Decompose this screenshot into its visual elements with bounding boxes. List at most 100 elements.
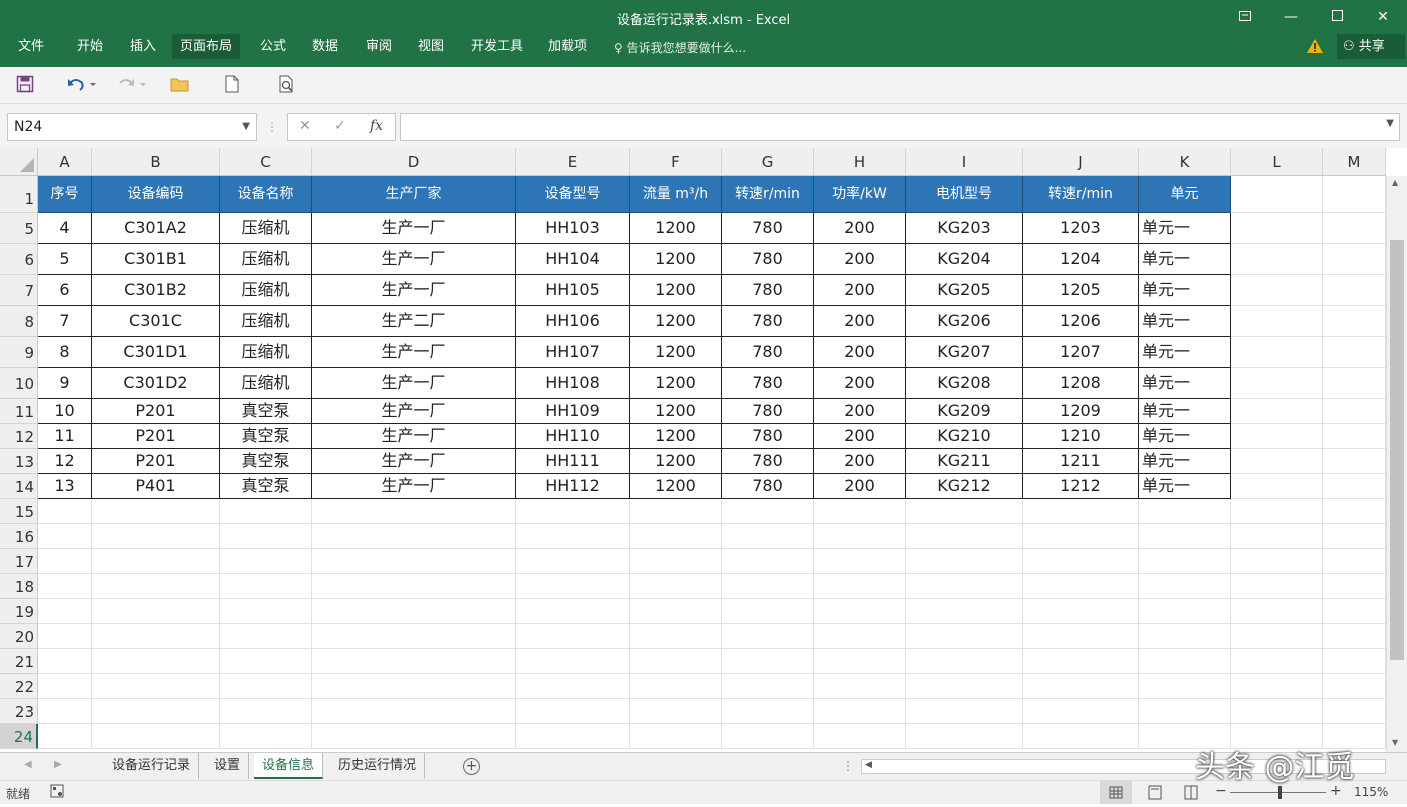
table-data-cell[interactable]: KG209 (906, 399, 1023, 424)
tab-5[interactable]: 数据 (304, 34, 346, 59)
table-data-cell[interactable]: C301A2 (92, 213, 220, 244)
table-data-cell[interactable]: 200 (814, 244, 906, 275)
table-data-cell[interactable]: 单元一 (1139, 399, 1231, 424)
cell[interactable] (1023, 499, 1139, 524)
cell[interactable] (1139, 549, 1231, 574)
table-data-cell[interactable]: 200 (814, 474, 906, 499)
cell[interactable] (1023, 674, 1139, 699)
cell[interactable] (906, 549, 1023, 574)
maximize-icon[interactable] (1314, 0, 1360, 34)
table-header-cell[interactable]: 设备名称 (220, 176, 312, 213)
table-data-cell[interactable]: 真空泵 (220, 399, 312, 424)
row-header-10[interactable]: 10 (0, 368, 38, 399)
tab-0[interactable]: 文件 (10, 34, 52, 59)
table-data-cell[interactable]: KG212 (906, 474, 1023, 499)
table-data-cell[interactable]: 1200 (630, 306, 722, 337)
cell[interactable] (92, 574, 220, 599)
cell[interactable] (1323, 176, 1386, 213)
cell[interactable] (906, 524, 1023, 549)
table-data-cell[interactable]: 9 (38, 368, 92, 399)
cell[interactable] (220, 624, 312, 649)
tab-7[interactable]: 视图 (410, 34, 452, 59)
cell[interactable] (1231, 499, 1323, 524)
cell[interactable] (814, 599, 906, 624)
cell[interactable] (1023, 549, 1139, 574)
macro-record-icon[interactable] (50, 784, 64, 801)
cell[interactable] (1323, 649, 1386, 674)
row-header-13[interactable]: 13 (0, 449, 38, 474)
cell[interactable] (630, 499, 722, 524)
cell[interactable] (1023, 724, 1139, 749)
row-header-14[interactable]: 14 (0, 474, 38, 499)
table-data-cell[interactable]: 1203 (1023, 213, 1139, 244)
tab-2[interactable]: 插入 (122, 34, 164, 59)
page-layout-view-button[interactable] (1140, 781, 1170, 804)
name-box[interactable]: N24 ▼ (7, 113, 257, 141)
table-data-cell[interactable]: 780 (722, 474, 814, 499)
cell[interactable] (220, 699, 312, 724)
table-data-cell[interactable]: 12 (38, 449, 92, 474)
cell[interactable] (516, 724, 630, 749)
cell[interactable] (722, 549, 814, 574)
cell[interactable] (1139, 524, 1231, 549)
table-data-cell[interactable]: HH109 (516, 399, 630, 424)
table-data-cell[interactable]: 8 (38, 337, 92, 368)
cell[interactable] (38, 624, 92, 649)
table-data-cell[interactable]: 13 (38, 474, 92, 499)
cell[interactable] (38, 699, 92, 724)
cell[interactable] (1323, 213, 1386, 244)
cell[interactable] (1139, 574, 1231, 599)
table-data-cell[interactable]: 1206 (1023, 306, 1139, 337)
cell[interactable] (92, 699, 220, 724)
tab-3[interactable]: 页面布局 (172, 34, 241, 59)
table-header-cell[interactable]: 设备编码 (92, 176, 220, 213)
table-data-cell[interactable]: HH108 (516, 368, 630, 399)
table-data-cell[interactable]: 200 (814, 306, 906, 337)
table-data-cell[interactable]: KG203 (906, 213, 1023, 244)
cell[interactable] (220, 674, 312, 699)
column-header-B[interactable]: B (92, 148, 220, 176)
formula-input[interactable]: ▼ (400, 113, 1400, 141)
cell[interactable] (1323, 499, 1386, 524)
cell[interactable] (722, 499, 814, 524)
splitter-icon[interactable]: ⋮ (266, 120, 278, 134)
cell[interactable] (722, 624, 814, 649)
save-icon[interactable] (16, 75, 40, 97)
cell[interactable] (516, 624, 630, 649)
row-header-12[interactable]: 12 (0, 424, 38, 449)
cell[interactable] (722, 599, 814, 624)
table-data-cell[interactable]: C301D1 (92, 337, 220, 368)
table-data-cell[interactable]: 单元一 (1139, 474, 1231, 499)
cell[interactable] (630, 624, 722, 649)
table-header-cell[interactable]: 转速r/min (1023, 176, 1139, 213)
cell[interactable] (906, 699, 1023, 724)
zoom-level[interactable]: 115% (1354, 785, 1388, 799)
cell[interactable] (1023, 574, 1139, 599)
cell[interactable] (38, 649, 92, 674)
next-sheet-icon[interactable]: ▶ (54, 759, 62, 770)
cell[interactable] (220, 599, 312, 624)
table-data-cell[interactable]: 200 (814, 399, 906, 424)
table-header-cell[interactable]: 功率/kW (814, 176, 906, 213)
table-data-cell[interactable]: 1205 (1023, 275, 1139, 306)
insert-function-button[interactable]: fx (370, 118, 383, 134)
cell[interactable] (906, 599, 1023, 624)
table-data-cell[interactable]: KG205 (906, 275, 1023, 306)
cell[interactable] (722, 524, 814, 549)
column-header-G[interactable]: G (722, 148, 814, 176)
add-sheet-icon[interactable]: + (463, 758, 480, 775)
row-header-18[interactable]: 18 (0, 574, 38, 599)
cell[interactable] (92, 599, 220, 624)
cell[interactable] (906, 624, 1023, 649)
column-header-F[interactable]: F (630, 148, 722, 176)
table-data-cell[interactable]: 压缩机 (220, 275, 312, 306)
row-header-5[interactable]: 5 (0, 213, 38, 244)
cell[interactable] (1231, 337, 1323, 368)
cell[interactable] (516, 524, 630, 549)
table-data-cell[interactable]: 1200 (630, 399, 722, 424)
cell[interactable] (1323, 424, 1386, 449)
scroll-down-icon[interactable]: ▼ (1392, 738, 1398, 747)
cell[interactable] (1323, 244, 1386, 275)
table-data-cell[interactable]: 单元一 (1139, 449, 1231, 474)
cell[interactable] (722, 724, 814, 749)
